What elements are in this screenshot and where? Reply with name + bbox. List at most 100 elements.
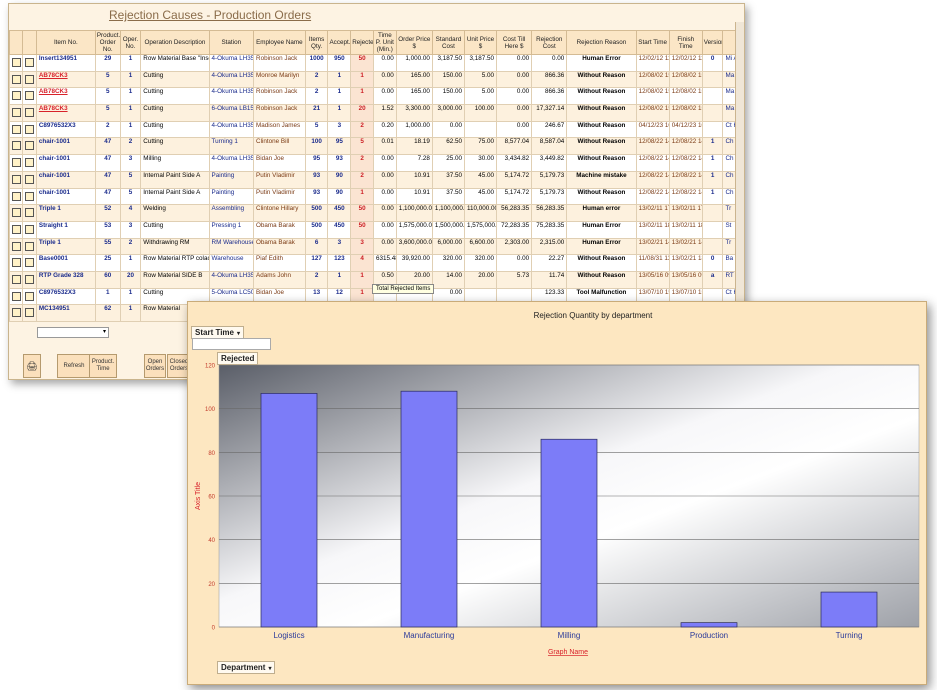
row-edit-button[interactable] [9, 237, 24, 256]
row-edit-button[interactable] [9, 304, 24, 322]
row-open-button[interactable] [22, 287, 37, 306]
header-standard-cost[interactable]: Standard Cost [431, 30, 465, 55]
row-open-button[interactable] [22, 237, 37, 256]
row-edit-button[interactable] [9, 170, 24, 189]
row-open-button[interactable] [22, 104, 37, 122]
row-open-button[interactable] [22, 304, 37, 322]
unit-price-cell: 5.00 [463, 70, 498, 89]
item-no-cell[interactable]: Base0001 [35, 254, 96, 272]
rejected-data-field[interactable]: Rejected [217, 352, 259, 365]
header-rejection-reason[interactable]: Rejection Reason [566, 30, 637, 55]
row-open-button[interactable] [22, 87, 37, 106]
table-row[interactable]: chair-1001473Milling4-Okuma LH35-N H2Bid… [9, 154, 736, 172]
header-item-no[interactable]: Item No. [35, 30, 96, 55]
row-open-button[interactable] [22, 170, 37, 189]
header-finish-time[interactable]: Finish Time [668, 30, 703, 55]
item-no-cell[interactable]: AB78CK3 [35, 87, 96, 106]
item-no-cell[interactable]: chair-1001 [35, 187, 96, 206]
row-edit-button[interactable] [9, 187, 24, 206]
table-row[interactable]: Base0001 25 1 Row Material RTP colact Wareho… [9, 254, 736, 272]
extra-cell: Tr [722, 204, 736, 222]
extra-cell: Ch [722, 187, 736, 206]
item-no-cell[interactable]: chair-1001 [35, 170, 96, 189]
header-time-per-unit[interactable]: Time P. Unit (Min.) [372, 30, 397, 55]
header-version[interactable]: Version [701, 30, 724, 55]
header-items-qty[interactable]: Items Qty. [304, 30, 329, 55]
header-order-no[interactable]: Product. Order No. [94, 30, 121, 55]
open-orders-button[interactable]: Open Orders [144, 354, 166, 378]
print-button[interactable]: 🖨 [23, 354, 41, 378]
table-row[interactable]: AB78CK351Cutting4-Okuma LH35-N H2Monroe … [9, 70, 736, 89]
table-row[interactable]: chair-1001 47 5 Internal Paint Side A Painti… [9, 170, 736, 189]
item-no-cell[interactable]: AB78CK3 [35, 70, 96, 89]
table-row[interactable]: chair-1001 47 2 Cutting Turning 1 Clintone Bi… [9, 137, 736, 156]
item-no-cell[interactable]: MC134951 [35, 304, 96, 322]
row-open-button[interactable] [22, 137, 37, 156]
header-operation-description[interactable]: Operation Description [140, 30, 210, 55]
item-no-cell[interactable]: Insert134951 [35, 54, 96, 72]
item-no-cell[interactable]: Triple 1 [35, 237, 96, 256]
item-no-cell[interactable]: C8976532X3 [35, 120, 96, 139]
header-accept[interactable]: Accept. [327, 30, 352, 55]
bar-turning[interactable] [820, 591, 878, 628]
row-open-button[interactable] [22, 187, 37, 206]
header-employee-name[interactable]: Employee Name [253, 30, 306, 55]
header-unit-price[interactable]: Unit Price $ [463, 30, 498, 55]
item-no-cell[interactable]: chair-1001 [35, 154, 96, 172]
table-row[interactable]: Triple 1 55 2 Withdrawing RM RM Warehouse Oba… [9, 237, 736, 256]
table-row[interactable]: Insert134951291Row Material Base "Insert… [9, 54, 736, 72]
row-open-button[interactable] [22, 254, 37, 272]
row-edit-button[interactable] [9, 204, 24, 222]
row-edit-button[interactable] [9, 120, 24, 139]
row-edit-button[interactable] [9, 154, 24, 172]
row-edit-button[interactable] [9, 220, 24, 239]
vertical-scrollbar[interactable] [735, 22, 744, 322]
row-edit-button[interactable] [9, 254, 24, 272]
row-edit-button[interactable] [9, 70, 24, 89]
refresh-button[interactable]: Refresh [57, 354, 91, 378]
table-row[interactable]: AB78CK351Cutting4-Okuma LH35-N H2Robinso… [9, 87, 736, 106]
bar-milling[interactable] [540, 438, 598, 628]
item-filter-dropdown[interactable]: ▾ [37, 327, 109, 338]
row-edit-button[interactable] [9, 287, 24, 306]
item-no-cell[interactable]: C8976532X3 [35, 287, 96, 306]
header-rejected[interactable]: Rejected [350, 30, 374, 55]
row-edit-button[interactable] [9, 104, 24, 122]
table-row[interactable]: AB78CK351Cutting6-Okuma LB15II M1Robinso… [9, 104, 736, 122]
header-cost-till-here[interactable]: Cost Till Here $ [495, 30, 533, 55]
department-pivot-button[interactable]: Department ▾ [217, 661, 276, 674]
row-open-button[interactable] [22, 154, 37, 172]
item-no-cell[interactable]: AB78CK3 [35, 104, 96, 122]
table-row[interactable]: Triple 1 52 4 Welding Assembling Clintone Hil… [9, 204, 736, 222]
row-edit-button[interactable] [9, 87, 24, 106]
table-row[interactable]: C8976532X321Cutting4-Okuma LH35-N H2Madi… [9, 120, 736, 139]
table-row[interactable]: Straight 1 53 3 Cutting Pressing 1 Obama Bara… [9, 220, 736, 239]
item-no-cell[interactable]: Triple 1 [35, 204, 96, 222]
row-open-button[interactable] [22, 204, 37, 222]
product-time-button[interactable]: Product. Time [89, 354, 117, 378]
item-no-cell[interactable]: chair-1001 [35, 137, 96, 156]
row-edit-button[interactable] [9, 54, 24, 72]
bar-manufacturing[interactable] [400, 390, 458, 628]
station-cell: 6-Okuma LB15II M1 [208, 104, 255, 122]
row-open-button[interactable] [22, 70, 37, 89]
bar-production[interactable] [680, 622, 738, 628]
row-open-button[interactable] [22, 270, 37, 289]
header-start-time[interactable]: Start Time [635, 30, 670, 55]
start-time-cell: 13/05/16 09:40 [635, 270, 670, 289]
header-rejection-cost[interactable]: Rejection Cost [531, 30, 568, 55]
header-station[interactable]: Station [208, 30, 255, 55]
item-no-cell[interactable]: Straight 1 [35, 220, 96, 239]
item-no-cell[interactable]: RTP Grade 328 [35, 270, 96, 289]
header-order-price[interactable]: Order Price $ [395, 30, 433, 55]
row-open-button[interactable] [22, 120, 37, 139]
bar-logistics[interactable] [260, 393, 318, 628]
row-open-button[interactable] [22, 220, 37, 239]
start-time-filter-box[interactable] [192, 338, 271, 350]
table-row[interactable]: chair-1001 47 5 Internal Paint Side A Painti… [9, 187, 736, 206]
row-open-button[interactable] [22, 54, 37, 72]
row-edit-button[interactable] [9, 270, 24, 289]
row-edit-button[interactable] [9, 137, 24, 156]
extra-cell: Ma [722, 70, 736, 89]
header-oper-no[interactable]: Oper. No. [119, 30, 142, 55]
